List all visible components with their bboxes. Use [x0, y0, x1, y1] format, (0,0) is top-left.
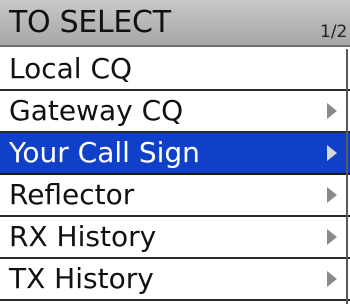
header-bar: TO SELECT 1/2 — [0, 0, 350, 47]
chevron-right-icon — [327, 229, 337, 245]
chevron-right-icon — [327, 187, 337, 203]
menu-item-label: Gateway CQ — [9, 94, 184, 127]
menu-item-tx-history[interactable]: TX History — [0, 259, 350, 301]
menu-item-label: Local CQ — [9, 52, 133, 85]
chevron-right-icon — [327, 145, 337, 161]
menu-item-label: TX History — [9, 262, 154, 295]
chevron-right-icon — [327, 103, 337, 119]
scroll-edge-divider — [346, 49, 348, 304]
chevron-right-icon — [327, 271, 337, 287]
menu-item-your-call-sign[interactable]: Your Call Sign — [0, 133, 350, 175]
menu-item-reflector[interactable]: Reflector — [0, 175, 350, 217]
menu-item-label: Reflector — [9, 178, 135, 211]
menu-item-gateway-cq[interactable]: Gateway CQ — [0, 91, 350, 133]
page-title: TO SELECT — [9, 5, 171, 40]
menu-item-label: RX History — [9, 220, 157, 253]
page-indicator: 1/2 — [320, 22, 348, 42]
to-select-screen: TO SELECT 1/2 Local CQ Gateway CQ Your C… — [0, 0, 350, 304]
menu-list: Local CQ Gateway CQ Your Call Sign Refle… — [0, 49, 350, 301]
menu-item-local-cq[interactable]: Local CQ — [0, 49, 350, 91]
menu-item-rx-history[interactable]: RX History — [0, 217, 350, 259]
menu-item-label: Your Call Sign — [9, 136, 200, 169]
